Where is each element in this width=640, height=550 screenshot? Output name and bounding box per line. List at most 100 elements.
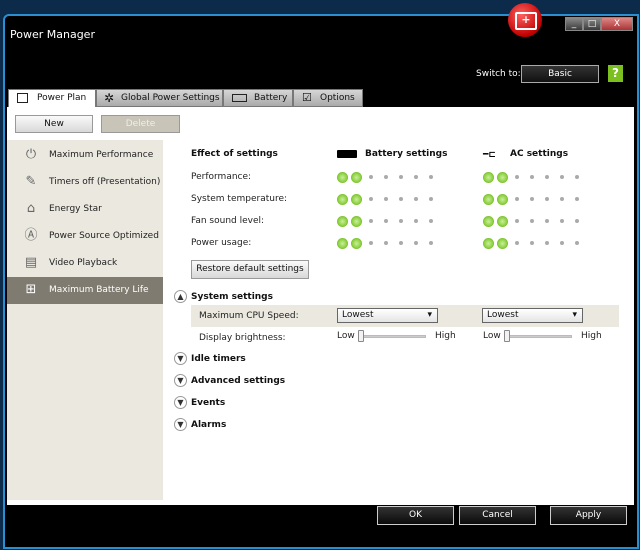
film-icon: ▤ xyxy=(24,255,38,270)
high-label: High xyxy=(581,331,602,341)
tab-power-plan[interactable]: Power Plan xyxy=(8,89,96,108)
slider-thumb[interactable] xyxy=(504,330,510,342)
plan-item[interactable]: ▤ Video Playback xyxy=(7,250,163,277)
level-dot-on xyxy=(497,215,508,227)
battery-clock-icon: ⊞ xyxy=(25,282,37,297)
minimize-button[interactable]: _ xyxy=(565,17,583,31)
cpu-speed-ac-select[interactable]: Lowest xyxy=(482,308,583,323)
collapse-icon[interactable]: ▲ xyxy=(174,290,187,303)
level-dot-off xyxy=(384,175,388,179)
expand-icon[interactable]: ▼ xyxy=(174,418,187,431)
tab-options[interactable]: ☑ Options xyxy=(293,89,363,107)
expand-icon[interactable]: ▼ xyxy=(174,374,187,387)
high-label: High xyxy=(435,331,456,341)
tab-label: Battery xyxy=(254,93,288,103)
projector-icon: ✎ xyxy=(25,174,37,189)
level-dot-off xyxy=(414,241,418,245)
battery-level-indicator xyxy=(337,193,437,205)
level-dot-on xyxy=(337,237,348,249)
gear-icon: ✲ xyxy=(104,91,115,105)
effect-row-label: Fan sound level: xyxy=(191,216,265,226)
level-dot-on xyxy=(483,193,494,205)
tab-label: Global Power Settings xyxy=(121,93,220,103)
ok-button[interactable]: OK xyxy=(377,506,454,525)
maximize-button[interactable]: □ xyxy=(583,17,601,31)
effect-row-label: System temperature: xyxy=(191,194,288,204)
level-dot-off xyxy=(384,241,388,245)
plan-label: Video Playback xyxy=(49,258,118,268)
level-dot-off xyxy=(384,219,388,223)
section-header[interactable]: Idle timers xyxy=(191,354,246,364)
cpu-speed-battery-select[interactable]: Lowest xyxy=(337,308,438,323)
level-dot-off xyxy=(515,175,519,179)
level-dot-off xyxy=(575,219,579,223)
ac-level-indicator xyxy=(483,171,583,183)
level-dot-off xyxy=(414,175,418,179)
plan-label: Timers off (Presentation) xyxy=(49,177,161,187)
brightness-ac-slider[interactable] xyxy=(504,335,572,338)
level-dot-off xyxy=(515,219,519,223)
effect-row-label: Power usage: xyxy=(191,238,252,248)
section-header[interactable]: Alarms xyxy=(191,420,226,430)
level-dot-off xyxy=(530,241,534,245)
level-dot-on xyxy=(483,215,494,227)
level-dot-off xyxy=(530,175,534,179)
tab-global-power-settings[interactable]: ✲ Global Power Settings xyxy=(96,89,223,107)
basic-mode-button[interactable]: Basic xyxy=(521,65,599,83)
slider-thumb[interactable] xyxy=(358,330,364,342)
battery-settings-header: Battery settings xyxy=(365,149,448,159)
plan-item[interactable]: Ⓐ Power Source Optimized xyxy=(7,223,163,250)
plan-label: Maximum Performance xyxy=(49,150,154,160)
level-dot-off xyxy=(429,219,433,223)
level-dot-off xyxy=(399,241,403,245)
delete-plan-button[interactable]: Delete xyxy=(101,115,180,133)
effect-row-label: Performance: xyxy=(191,172,252,182)
level-dot-on xyxy=(497,171,508,183)
tab-label: Options xyxy=(320,93,355,103)
restore-defaults-button[interactable]: Restore default settings xyxy=(191,260,309,279)
level-dot-off xyxy=(414,219,418,223)
section-header[interactable]: Events xyxy=(191,398,225,408)
auto-icon: Ⓐ xyxy=(24,228,38,243)
level-dot-off xyxy=(530,197,534,201)
section-header[interactable]: Advanced settings xyxy=(191,376,285,386)
ac-level-indicator xyxy=(483,193,583,205)
tab-battery[interactable]: Battery xyxy=(223,89,293,107)
brightness-label: Display brightness: xyxy=(199,333,286,343)
battery-logo-icon xyxy=(508,3,542,37)
brightness-battery-slider[interactable] xyxy=(358,335,426,338)
page-icon xyxy=(17,93,28,103)
level-dot-on xyxy=(351,237,362,249)
plug-icon: ━⊏ xyxy=(483,150,496,160)
switch-to-label: Switch to: xyxy=(476,69,521,79)
level-dot-off xyxy=(515,241,519,245)
close-button[interactable]: X xyxy=(601,17,633,31)
level-dot-off xyxy=(545,175,549,179)
tab-label: Power Plan xyxy=(37,93,87,103)
system-settings-header[interactable]: System settings xyxy=(191,292,273,302)
level-dot-off xyxy=(575,241,579,245)
level-dot-off xyxy=(429,175,433,179)
level-dot-off xyxy=(560,197,564,201)
new-plan-button[interactable]: New xyxy=(15,115,93,133)
help-icon[interactable]: ? xyxy=(608,65,623,82)
expand-icon[interactable]: ▼ xyxy=(174,352,187,365)
apply-button[interactable]: Apply xyxy=(550,506,627,525)
level-dot-off xyxy=(399,219,403,223)
level-dot-on xyxy=(351,193,362,205)
window-title: Power Manager xyxy=(10,28,95,41)
plan-item[interactable]: ⌂ Energy Star xyxy=(7,196,163,223)
level-dot-off xyxy=(560,241,564,245)
level-dot-off xyxy=(414,197,418,201)
expand-icon[interactable]: ▼ xyxy=(174,396,187,409)
cancel-button[interactable]: Cancel xyxy=(459,506,536,525)
plan-item[interactable]: ✎ Timers off (Presentation) xyxy=(7,169,163,196)
battery-level-indicator xyxy=(337,171,437,183)
ac-settings-header: AC settings xyxy=(510,149,569,159)
level-dot-off xyxy=(429,197,433,201)
level-dot-off xyxy=(545,197,549,201)
plan-item[interactable]: ⏻ Maximum Performance xyxy=(7,142,163,169)
level-dot-off xyxy=(545,241,549,245)
plan-label: Power Source Optimized xyxy=(49,231,159,241)
plan-item[interactable]: ⊞ Maximum Battery Life xyxy=(7,277,163,304)
